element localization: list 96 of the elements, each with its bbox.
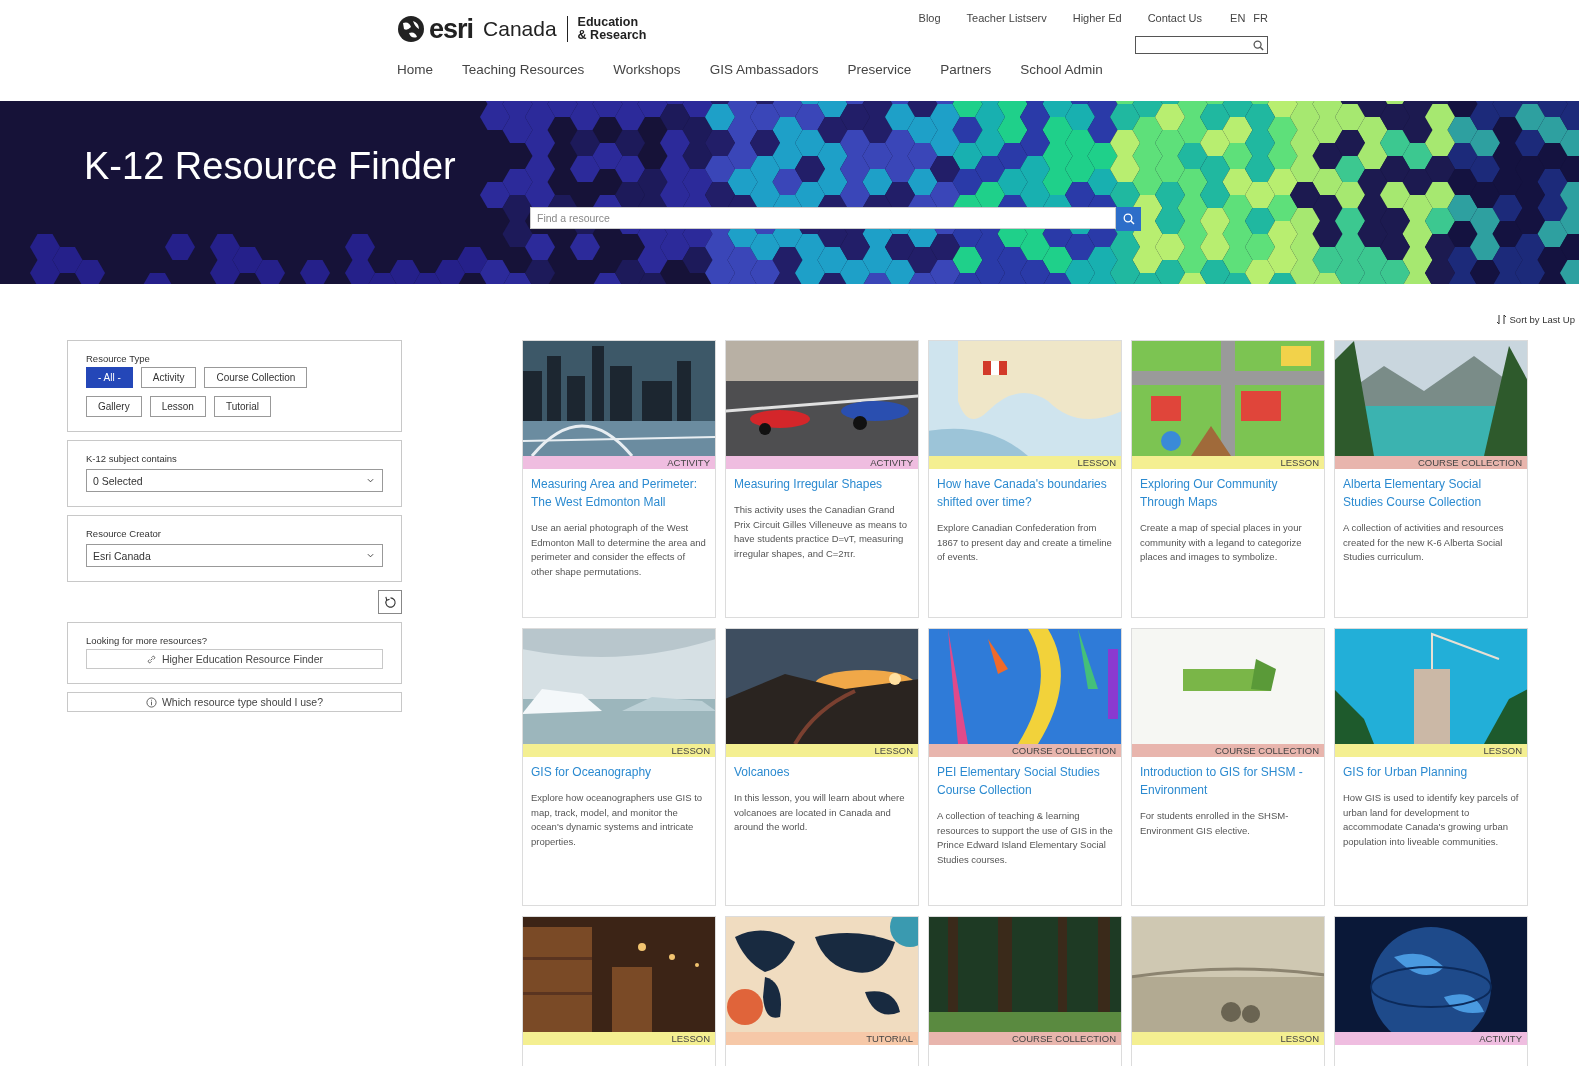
reset-button[interactable] [378,590,402,614]
card-title[interactable]: Measuring Irregular Shapes [734,475,910,493]
resource-card[interactable]: LESSON [1131,916,1325,1066]
top-link[interactable]: Teacher Listserv [966,12,1047,24]
resource-type-tag: ACTIVITY [726,456,918,469]
card-title[interactable]: Exploring Our Community Through Maps [1140,475,1316,511]
filter-option[interactable]: Lesson [149,396,206,417]
card-title[interactable]: Introduction to GIS for SHSM - Environment [1140,763,1316,799]
higher-education-link-button[interactable]: Higher Education Resource Finder [86,649,383,669]
card-description: Use an aerial photograph of the West Edmonton Mall to determine the area and perimeter and consider the effects of other shape permutations. [531,521,707,579]
resource-card[interactable]: ACTIVITY Measuring Irregular Shapes This activity uses the Canadian Grand Prix Circuit Gilles Villeneuve as means to have students practice D=vT, measuring irregular shapes, and C=2πr. [725,340,919,618]
resource-type-tag: ACTIVITY [523,456,715,469]
card-title[interactable]: Measuring Area and Perimeter: The West Edmonton Mall [531,475,707,511]
reset-icon [383,595,397,609]
filter-option[interactable]: Activity [140,367,197,388]
resource-card[interactable]: LESSON How have Canada's boundaries shifted over time? Explore Canadian Confederation from 1867 to present day and create a timeline of events. [928,340,1122,618]
resource-card[interactable]: LESSON GIS for Oceanography Explore how oceanographers use GIS to map, track, model, and monitor the ocean's dynamic systems and intricate properties. [522,628,716,906]
globe-icon [397,15,425,43]
resource-card[interactable]: LESSON Exploring Our Community Through Maps Create a map of special places in your community with a legand to categorize places and images to symbolize. [1131,340,1325,618]
filter-label: Resource Type [86,353,151,364]
search-icon[interactable] [1253,39,1264,51]
filter-option[interactable]: - All - [86,367,133,388]
card-description: Explore how oceanographers use GIS to map, track, model, and monitor the ocean's dynamic systems and intricate properties. [531,791,704,849]
card-title[interactable]: Volcanoes [734,763,910,781]
resource-card[interactable]: COURSE COLLECTION Alberta Elementary Social Studies Course Collection A collection of activities and resources created for the new K-6 Alberta Social Studies curriculum. [1334,340,1528,618]
card-description: How GIS is used to identify key parcels of urban land for development to accommodate Canada's growing urban population into liveable communities. [1343,791,1519,849]
resource-type-tag: LESSON [1335,744,1527,757]
card-description: Explore Canadian Confederation from 1867 to present day and create a timeline of events. [937,521,1113,565]
card-description: In this lesson, you will learn about where volcanoes are located in Canada and around the world. [734,791,906,835]
creator-dropdown[interactable]: Esri Canada [86,544,383,567]
nav-link[interactable]: Partners [940,62,992,77]
resource-type-tag: COURSE COLLECTION [929,744,1121,757]
nav-link[interactable]: School Admin [1020,62,1103,77]
language-link[interactable]: EN [1230,12,1246,24]
nav-link[interactable]: GIS Ambassadors [709,62,819,77]
language-link[interactable]: FR [1253,12,1268,24]
chevron-down-icon [367,553,374,558]
sort-arrows-icon [1495,313,1507,325]
logo-text: & Research [577,29,647,42]
resource-card[interactable]: COURSE COLLECTION [928,916,1122,1066]
logo-text: esri [429,13,474,45]
resource-type-tag: ACTIVITY [1335,1032,1527,1045]
resource-card[interactable]: LESSON GIS for Urban Planning How GIS is used to identify key parcels of urban land for development to accommodate Canada's growing urban population into liveable communities. [1334,628,1528,906]
sort-button[interactable]: Sort by Last Up [1495,312,1575,326]
card-title[interactable]: Alberta Elementary Social Studies Course Collection [1343,475,1519,511]
nav-link[interactable]: Workshops [613,62,681,77]
nav-link[interactable]: Home [397,62,433,77]
resource-type-tag: LESSON [523,744,715,757]
search-button[interactable] [1116,207,1141,231]
info-icon [145,696,157,708]
resource-type-tag: LESSON [1132,1032,1324,1045]
resource-card[interactable]: LESSON Volcanoes In this lesson, you will learn about where volcanoes are located in Canada and around the world. [725,628,919,906]
subject-dropdown[interactable]: 0 Selected [86,469,383,492]
more-resources-label: Looking for more resources? [86,635,208,646]
resource-card[interactable] [522,340,716,618]
nav-link[interactable]: Teaching Resources [462,62,585,77]
chevron-down-icon [367,478,374,483]
filter-label: K-12 subject contains [86,453,178,464]
card-description: Create a map of special places in your community with a legand to categorize places and images to symbolize. [1140,521,1303,565]
page-title: K-12 Resource Finder [84,145,457,188]
resource-card[interactable]: LESSON [522,916,716,1066]
filter-label: Resource Creator [86,528,162,539]
link-icon [145,653,157,665]
resource-card[interactable]: ACTIVITY [1334,916,1528,1066]
resource-type-tag: TUTORIAL [726,1032,918,1045]
search-icon [1122,213,1135,225]
card-description: A collection of activities and resources created for the new K-6 Alberta Social Studies curriculum. [1343,521,1505,565]
resource-type-tag: LESSON [523,1032,715,1045]
resource-card[interactable]: COURSE COLLECTION Introduction to GIS for SHSM - Environment For students enrolled in the SHSM-Environment GIS elective. [1131,628,1325,906]
search-field[interactable] [1135,36,1268,54]
logo-text: Canada [483,17,557,41]
resource-type-tag: COURSE COLLECTION [1132,744,1324,757]
card-description: This activity uses the Canadian Grand Prix Circuit Gilles Villeneuve as means to have students practice D=vT, measuring irregular shapes, and C=2πr. [734,503,908,561]
filter-option[interactable]: Course Collection [204,367,308,388]
resource-type-tag: LESSON [929,456,1121,469]
resource-type-tag: COURSE COLLECTION [929,1032,1121,1045]
top-link[interactable]: Higher Ed [1072,12,1122,24]
card-title[interactable]: PEI Elementary Social Studies Course Collection [937,763,1113,799]
resource-search-field[interactable]: Find a resource [530,207,1116,229]
top-link[interactable]: Blog [918,12,941,24]
help-button[interactable]: Which resource type should I use? [67,692,402,712]
resource-type-tag: LESSON [726,744,918,757]
card-description: A collection of teaching & learning resources to support the use of GIS in the Prince Edward Island Elementary Social Studies courses. [937,809,1113,867]
card-title[interactable]: GIS for Oceanography [531,763,707,781]
card-title[interactable]: GIS for Urban Planning [1343,763,1519,781]
top-link[interactable]: Contact Us [1147,12,1203,24]
resource-type-tag: COURSE COLLECTION [1335,456,1527,469]
logo-text: Education [577,16,640,29]
resource-type-tag: LESSON [1132,456,1324,469]
filter-option[interactable]: Gallery [86,396,142,417]
filter-option[interactable]: Tutorial [213,396,271,417]
card-description: For students enrolled in the SHSM-Environment GIS elective. [1140,809,1290,838]
card-title[interactable]: How have Canada's boundaries shifted over time? [937,475,1113,511]
nav-link[interactable]: Preservice [847,62,912,77]
resource-card[interactable]: COURSE COLLECTION PEI Elementary Social Studies Course Collection A collection of teaching & learning resources to support the use of GIS in the Prince Edward Island Elementary Social Studies courses. [928,628,1122,906]
resource-card[interactable]: TUTORIAL [725,916,919,1066]
